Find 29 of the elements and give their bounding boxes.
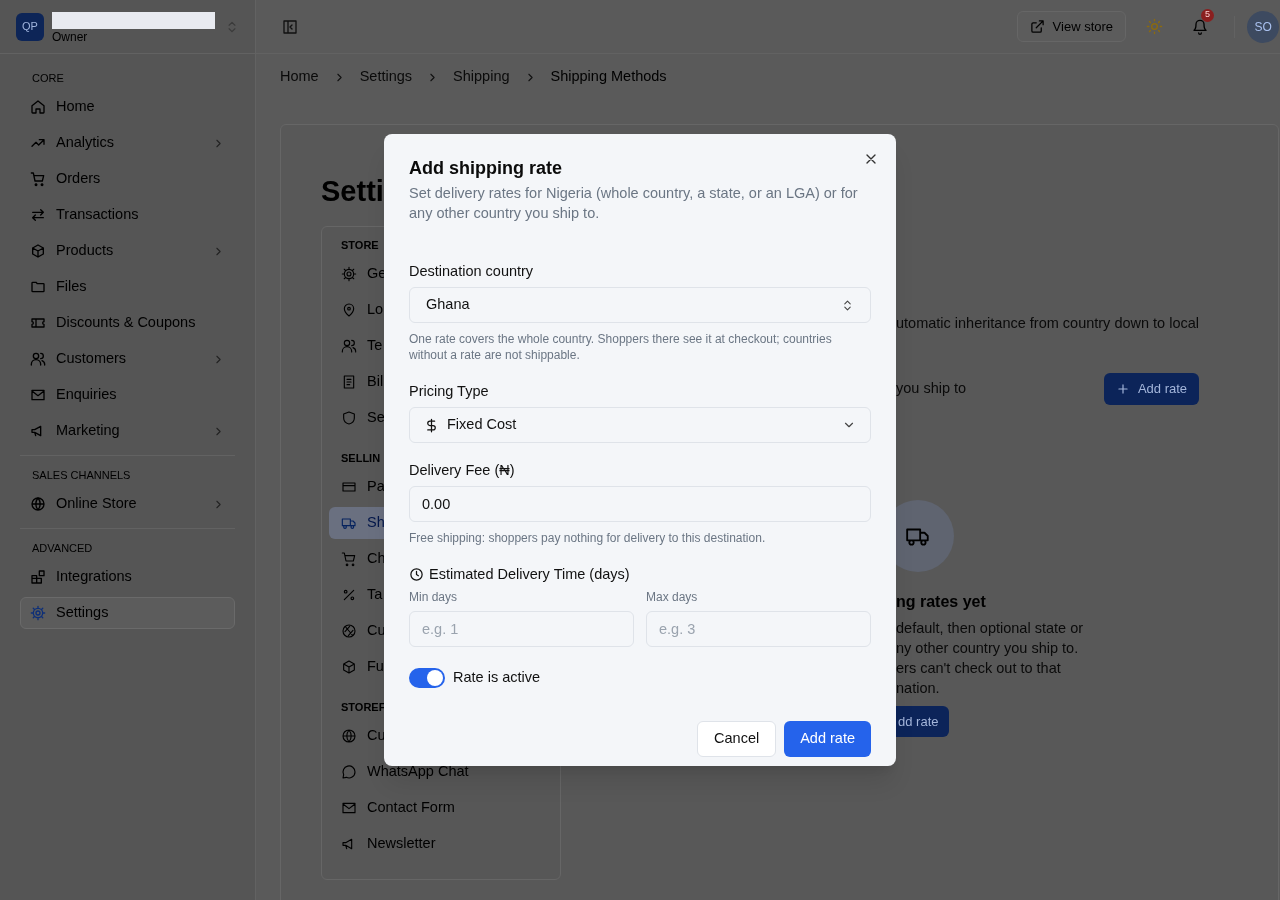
notification-badge: 5 — [1201, 8, 1215, 22]
section-heading: STORE — [340, 238, 380, 252]
section-heading: ADVANCED — [31, 541, 94, 555]
role-text: Owner — [52, 30, 89, 44]
empty-state-text: ers can't check out to that — [896, 658, 1062, 678]
empty-state-title: ng rates yet — [896, 591, 987, 612]
section-heading: SALES CHANNELS — [31, 468, 132, 482]
section-heading: SELLIN — [340, 451, 382, 465]
field-label: Destination country — [409, 262, 535, 280]
section-heading: STOREF — [340, 700, 387, 714]
dialog-title: Add shipping rate — [409, 158, 563, 178]
section-heading: CORE — [31, 71, 65, 85]
description-text: utomatic inheritance from country down to local — [896, 314, 1200, 333]
breadcrumb-current: Shipping Methods — [550, 67, 667, 87]
empty-state-text: ny other country you ship to. — [896, 638, 1080, 658]
empty-state-text: default, then optional state or — [896, 618, 1085, 638]
store-logo: QP — [16, 12, 44, 41]
field-label: Min days — [409, 589, 459, 605]
help-text: One rate covers the whole country. Shoppers there see it at checkout; countries without a rate are not shippable. — [409, 331, 833, 363]
field-label: Pricing Type — [409, 382, 490, 400]
dialog-description: Set delivery rates for Nigeria (whole country, a state, or an LGA) or for any other country you ship to. — [409, 184, 859, 223]
field-label: Estimated Delivery Time (days) — [429, 565, 630, 583]
page-title: Setti — [321, 174, 384, 209]
field-label: Delivery Fee (₦) — [409, 461, 516, 479]
empty-state-text: nation. — [896, 678, 941, 698]
section-text: you ship to — [896, 378, 967, 398]
help-text: Free shipping: shoppers pay nothing for delivery to this destination. — [409, 530, 767, 546]
field-label: Max days — [646, 589, 699, 605]
toggle-label: Rate is active — [453, 668, 541, 687]
